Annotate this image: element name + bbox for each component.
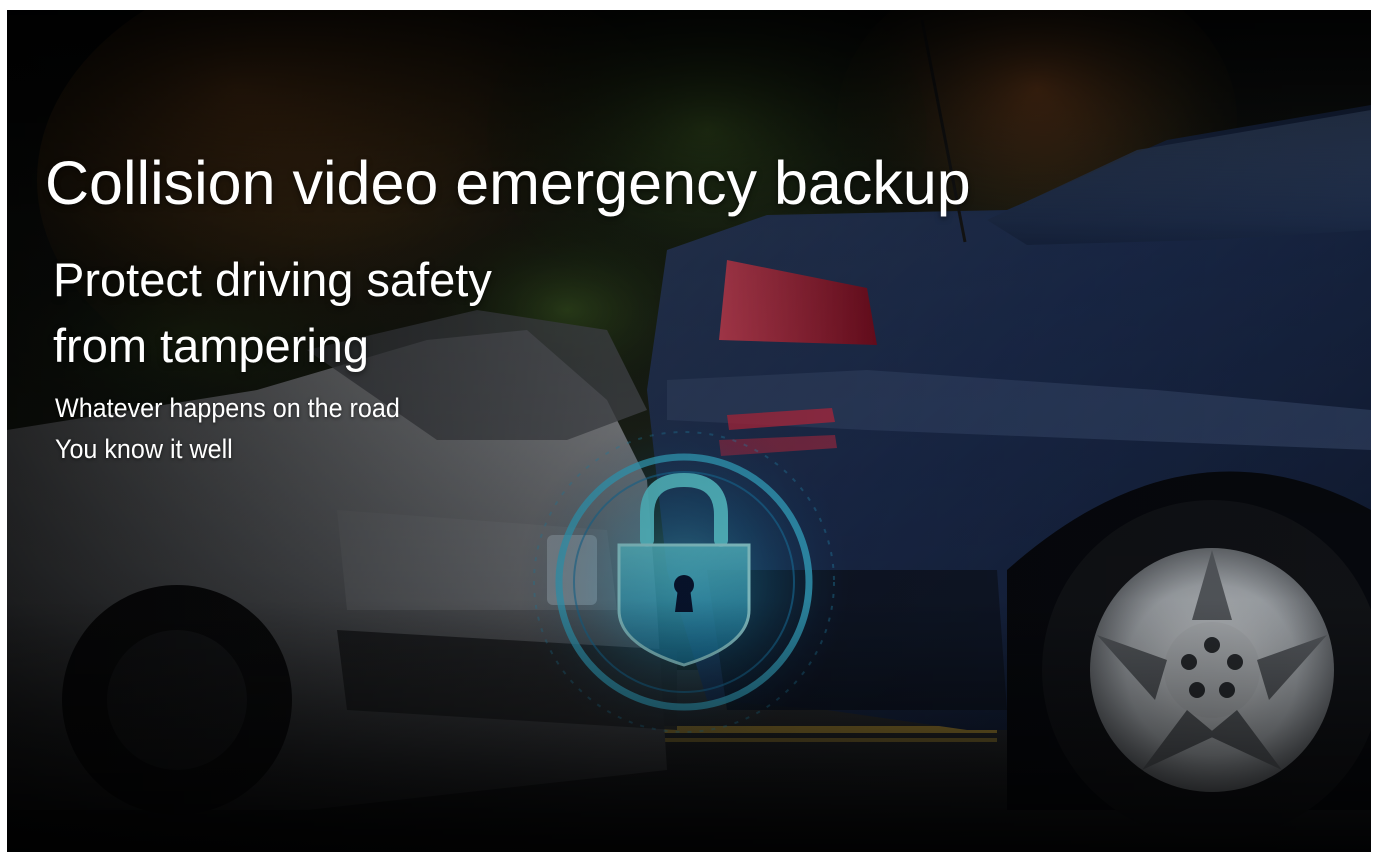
tagline-line-2: You know it well xyxy=(55,434,233,464)
tagline-line-1: Whatever happens on the road xyxy=(55,393,400,423)
hero-banner: Collision video emergency backup Protect… xyxy=(7,10,1371,852)
subheadline-line-2: from tampering xyxy=(53,319,370,372)
hero-text: Collision video emergency backup Protect… xyxy=(7,10,1371,852)
subheadline-line-1: Protect driving safety xyxy=(53,253,492,306)
headline: Collision video emergency backup xyxy=(45,149,971,217)
